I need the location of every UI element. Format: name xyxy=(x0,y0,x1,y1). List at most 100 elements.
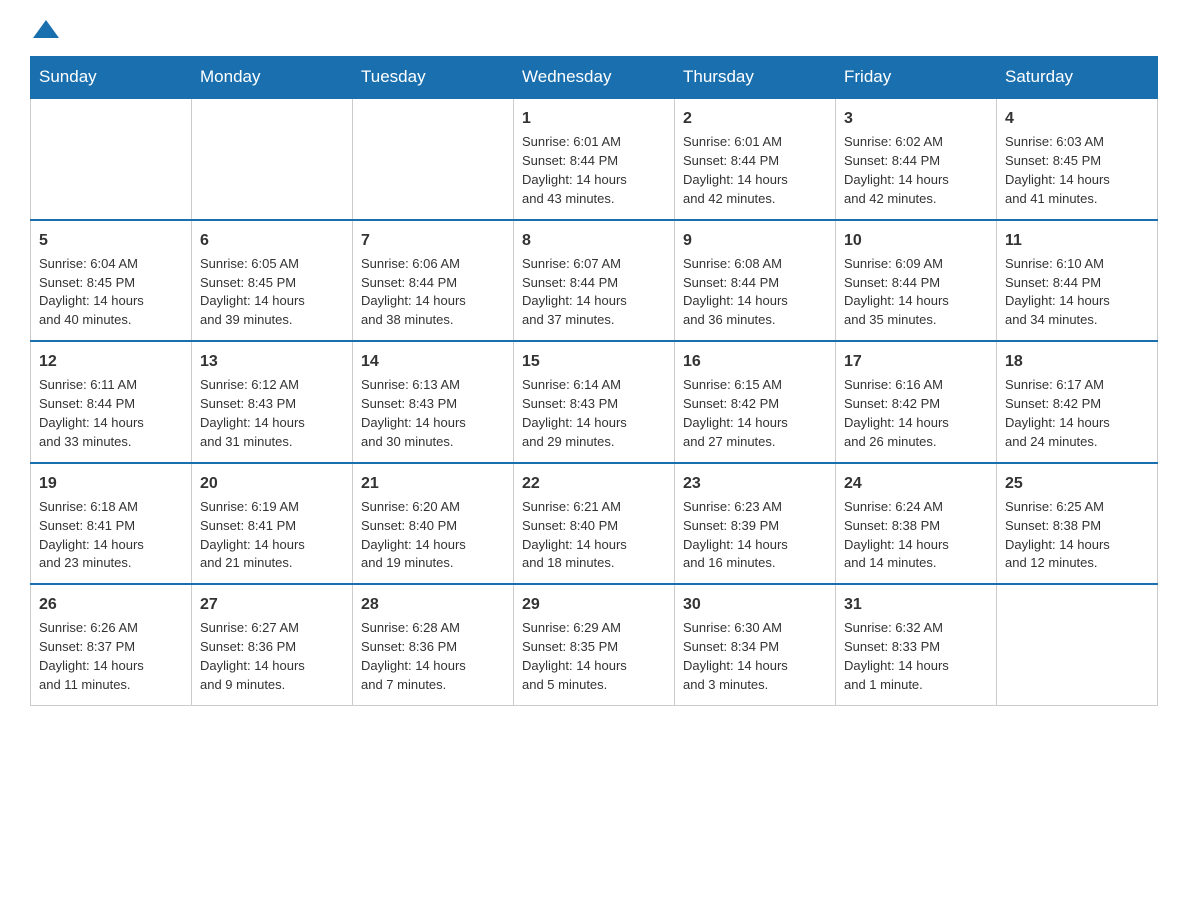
day-of-week-header: Wednesday xyxy=(514,57,675,99)
week-row: 5Sunrise: 6:04 AM Sunset: 8:45 PM Daylig… xyxy=(31,220,1158,342)
day-number: 12 xyxy=(39,350,183,373)
day-number: 24 xyxy=(844,472,988,495)
calendar-cell: 1 Sunrise: 6:01 AM Sunset: 8:44 PM Daylig… xyxy=(514,98,675,220)
day-number: 30 xyxy=(683,593,827,616)
calendar-cell: 8 Sunrise: 6:07 AM Sunset: 8:44 PM Daylig… xyxy=(514,220,675,342)
day-number: 26 xyxy=(39,593,183,616)
day-number: 19 xyxy=(39,472,183,495)
calendar-cell: 22 Sunrise: 6:21 AM Sunset: 8:40 PM Dayli… xyxy=(514,463,675,585)
day-info: Sunrise: 6:20 AM Sunset: 8:40 PM Dayligh… xyxy=(361,498,505,573)
calendar-cell: 5Sunrise: 6:04 AM Sunset: 8:45 PM Daylig… xyxy=(31,220,192,342)
day-info: Sunrise: 6:18 AM Sunset: 8:41 PM Dayligh… xyxy=(39,498,183,573)
day-of-week-header: Friday xyxy=(836,57,997,99)
day-info: Sunrise: 6:08 AM Sunset: 8:44 PM Dayligh… xyxy=(683,255,827,330)
calendar-cell: 14 Sunrise: 6:13 AM Sunset: 8:43 PM Dayli… xyxy=(353,341,514,463)
calendar-cell: 4 Sunrise: 6:03 AM Sunset: 8:45 PM Daylig… xyxy=(997,98,1158,220)
day-of-week-header: Saturday xyxy=(997,57,1158,99)
day-info: Sunrise: 6:01 AM Sunset: 8:44 PM Dayligh… xyxy=(522,133,666,208)
logo-triangle-icon xyxy=(33,20,59,38)
page-header xyxy=(30,20,1158,36)
day-number: 1 xyxy=(522,107,666,130)
day-number: 3 xyxy=(844,107,988,130)
day-number: 18 xyxy=(1005,350,1149,373)
day-number: 14 xyxy=(361,350,505,373)
day-number: 20 xyxy=(200,472,344,495)
day-number: 22 xyxy=(522,472,666,495)
day-number: 15 xyxy=(522,350,666,373)
day-info: Sunrise: 6:04 AM Sunset: 8:45 PM Dayligh… xyxy=(39,255,183,330)
day-info: Sunrise: 6:03 AM Sunset: 8:45 PM Dayligh… xyxy=(1005,133,1149,208)
day-number: 2 xyxy=(683,107,827,130)
day-info: Sunrise: 6:28 AM Sunset: 8:36 PM Dayligh… xyxy=(361,619,505,694)
day-number: 28 xyxy=(361,593,505,616)
day-of-week-header: Sunday xyxy=(31,57,192,99)
day-number: 6 xyxy=(200,229,344,252)
calendar-cell xyxy=(997,584,1158,705)
day-number: 17 xyxy=(844,350,988,373)
day-info: Sunrise: 6:12 AM Sunset: 8:43 PM Dayligh… xyxy=(200,376,344,451)
calendar-cell: 30 Sunrise: 6:30 AM Sunset: 8:34 PM Dayli… xyxy=(675,584,836,705)
day-info: Sunrise: 6:14 AM Sunset: 8:43 PM Dayligh… xyxy=(522,376,666,451)
calendar-cell: 27Sunrise: 6:27 AM Sunset: 8:36 PM Dayli… xyxy=(192,584,353,705)
day-info: Sunrise: 6:15 AM Sunset: 8:42 PM Dayligh… xyxy=(683,376,827,451)
calendar-cell: 28 Sunrise: 6:28 AM Sunset: 8:36 PM Dayli… xyxy=(353,584,514,705)
calendar-cell: 20 Sunrise: 6:19 AM Sunset: 8:41 PM Dayli… xyxy=(192,463,353,585)
calendar-cell: 7 Sunrise: 6:06 AM Sunset: 8:44 PM Daylig… xyxy=(353,220,514,342)
day-info: Sunrise: 6:01 AM Sunset: 8:44 PM Dayligh… xyxy=(683,133,827,208)
day-info: Sunrise: 6:30 AM Sunset: 8:34 PM Dayligh… xyxy=(683,619,827,694)
day-info: Sunrise: 6:06 AM Sunset: 8:44 PM Dayligh… xyxy=(361,255,505,330)
day-info: Sunrise: 6:29 AM Sunset: 8:35 PM Dayligh… xyxy=(522,619,666,694)
day-number: 16 xyxy=(683,350,827,373)
day-number: 25 xyxy=(1005,472,1149,495)
day-info: Sunrise: 6:02 AM Sunset: 8:44 PM Dayligh… xyxy=(844,133,988,208)
calendar-cell: 15 Sunrise: 6:14 AM Sunset: 8:43 PM Dayli… xyxy=(514,341,675,463)
day-number: 11 xyxy=(1005,229,1149,252)
week-row: 26 Sunrise: 6:26 AM Sunset: 8:37 PM Dayli… xyxy=(31,584,1158,705)
week-row: 1 Sunrise: 6:01 AM Sunset: 8:44 PM Daylig… xyxy=(31,98,1158,220)
calendar-cell: 19 Sunrise: 6:18 AM Sunset: 8:41 PM Dayli… xyxy=(31,463,192,585)
day-info: Sunrise: 6:16 AM Sunset: 8:42 PM Dayligh… xyxy=(844,376,988,451)
calendar-cell: 29 Sunrise: 6:29 AM Sunset: 8:35 PM Dayli… xyxy=(514,584,675,705)
calendar-cell: 9 Sunrise: 6:08 AM Sunset: 8:44 PM Daylig… xyxy=(675,220,836,342)
day-number: 31 xyxy=(844,593,988,616)
calendar-cell: 31 Sunrise: 6:32 AM Sunset: 8:33 PM Dayli… xyxy=(836,584,997,705)
calendar-header-row: SundayMondayTuesdayWednesdayThursdayFrid… xyxy=(31,57,1158,99)
day-number: 21 xyxy=(361,472,505,495)
calendar-cell xyxy=(31,98,192,220)
calendar-cell xyxy=(353,98,514,220)
day-number: 8 xyxy=(522,229,666,252)
day-of-week-header: Thursday xyxy=(675,57,836,99)
day-info: Sunrise: 6:23 AM Sunset: 8:39 PM Dayligh… xyxy=(683,498,827,573)
calendar-cell xyxy=(192,98,353,220)
day-info: Sunrise: 6:32 AM Sunset: 8:33 PM Dayligh… xyxy=(844,619,988,694)
calendar-cell: 10Sunrise: 6:09 AM Sunset: 8:44 PM Dayli… xyxy=(836,220,997,342)
day-info: Sunrise: 6:24 AM Sunset: 8:38 PM Dayligh… xyxy=(844,498,988,573)
day-info: Sunrise: 6:19 AM Sunset: 8:41 PM Dayligh… xyxy=(200,498,344,573)
day-number: 4 xyxy=(1005,107,1149,130)
day-number: 23 xyxy=(683,472,827,495)
day-info: Sunrise: 6:13 AM Sunset: 8:43 PM Dayligh… xyxy=(361,376,505,451)
day-info: Sunrise: 6:07 AM Sunset: 8:44 PM Dayligh… xyxy=(522,255,666,330)
day-info: Sunrise: 6:26 AM Sunset: 8:37 PM Dayligh… xyxy=(39,619,183,694)
calendar-cell: 6 Sunrise: 6:05 AM Sunset: 8:45 PM Daylig… xyxy=(192,220,353,342)
day-number: 27 xyxy=(200,593,344,616)
day-info: Sunrise: 6:09 AM Sunset: 8:44 PM Dayligh… xyxy=(844,255,988,330)
calendar-cell: 16 Sunrise: 6:15 AM Sunset: 8:42 PM Dayli… xyxy=(675,341,836,463)
calendar-cell: 18Sunrise: 6:17 AM Sunset: 8:42 PM Dayli… xyxy=(997,341,1158,463)
day-number: 7 xyxy=(361,229,505,252)
week-row: 12 Sunrise: 6:11 AM Sunset: 8:44 PM Dayli… xyxy=(31,341,1158,463)
calendar-cell: 26 Sunrise: 6:26 AM Sunset: 8:37 PM Dayli… xyxy=(31,584,192,705)
day-info: Sunrise: 6:11 AM Sunset: 8:44 PM Dayligh… xyxy=(39,376,183,451)
calendar-table: SundayMondayTuesdayWednesdayThursdayFrid… xyxy=(30,56,1158,706)
day-of-week-header: Tuesday xyxy=(353,57,514,99)
day-number: 9 xyxy=(683,229,827,252)
day-number: 29 xyxy=(522,593,666,616)
calendar-cell: 24 Sunrise: 6:24 AM Sunset: 8:38 PM Dayli… xyxy=(836,463,997,585)
day-info: Sunrise: 6:21 AM Sunset: 8:40 PM Dayligh… xyxy=(522,498,666,573)
calendar-cell: 12 Sunrise: 6:11 AM Sunset: 8:44 PM Dayli… xyxy=(31,341,192,463)
day-info: Sunrise: 6:05 AM Sunset: 8:45 PM Dayligh… xyxy=(200,255,344,330)
calendar-cell: 2 Sunrise: 6:01 AM Sunset: 8:44 PM Daylig… xyxy=(675,98,836,220)
day-info: Sunrise: 6:25 AM Sunset: 8:38 PM Dayligh… xyxy=(1005,498,1149,573)
calendar-cell: 11 Sunrise: 6:10 AM Sunset: 8:44 PM Dayli… xyxy=(997,220,1158,342)
day-info: Sunrise: 6:10 AM Sunset: 8:44 PM Dayligh… xyxy=(1005,255,1149,330)
